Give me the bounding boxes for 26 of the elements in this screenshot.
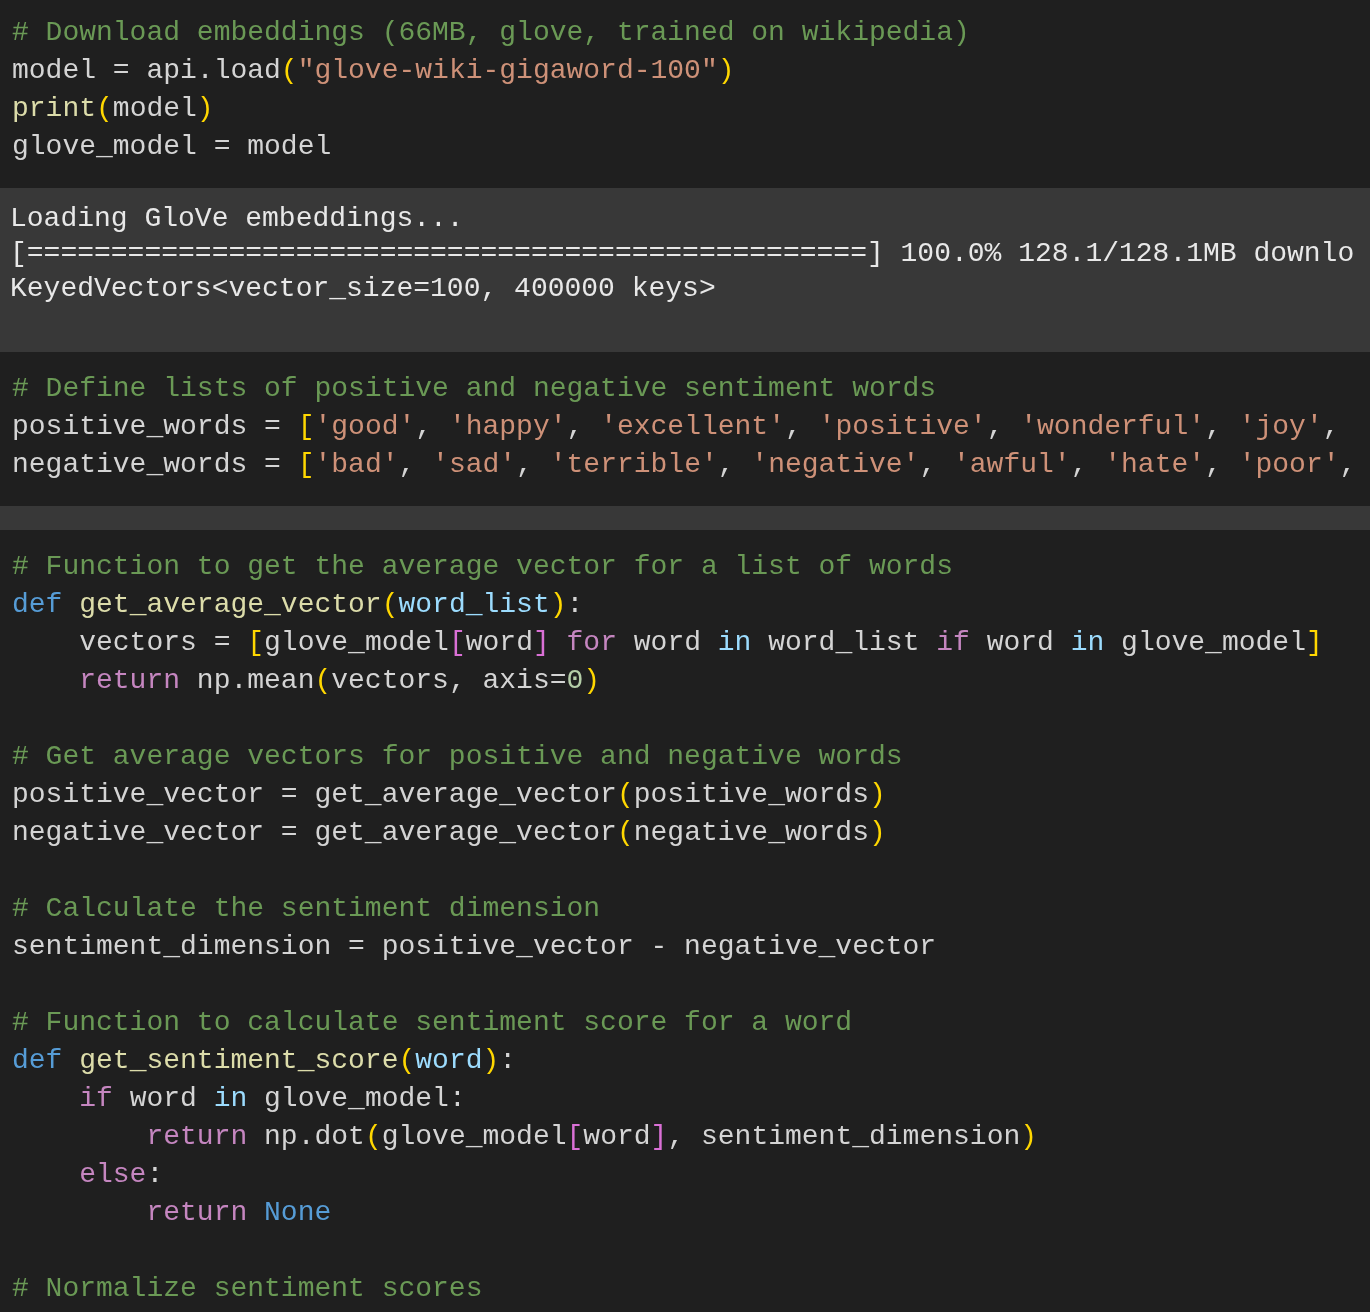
code-line: negative_words = ['bad', 'sad', 'terrible', 'negative', 'awful', 'hate', 'poor', [12, 448, 1357, 482]
code-line: # Calculate the sentiment dimension [12, 892, 601, 926]
code-line: return np.dot(glove_model[word], sentiment_dimension) [145, 1120, 1038, 1154]
code-line: vectors = [glove_model[word] for word in word_list if word in glove_model] [78, 626, 1323, 660]
code-line: # Download embeddings (66MB, glove, trained on wikipedia) [12, 16, 970, 50]
code-line: positive_words = ['good', 'happy', 'excellent', 'positive', 'wonderful', 'joy', [12, 410, 1340, 444]
code-line: def get_average_vector(word_list): [12, 588, 584, 622]
output-line: KeyedVectors<vector_size=100, 400000 keys> [10, 272, 716, 306]
code-line: model = api.load("glove-wiki-gigaword-100") [12, 54, 735, 88]
code-line: if word in glove_model: [78, 1082, 466, 1116]
output-line: [==================================================] 100.0% 128.1/128.1MB downlo [10, 237, 1355, 271]
code-line: sentiment_dimension = positive_vector - negative_vector [12, 930, 937, 964]
code-line: return None [145, 1196, 332, 1230]
code-line: # Function to calculate sentiment score for a word [12, 1006, 853, 1040]
code-line: print(model) [12, 92, 214, 126]
code-line: # Function to get the average vector for a list of words [12, 550, 953, 584]
code-line: # Normalize sentiment scores [12, 1272, 483, 1306]
code-line: negative_vector = get_average_vector(negative_words) [12, 816, 886, 850]
output-line: Loading GloVe embeddings... [10, 202, 464, 236]
code-line: return np.mean(vectors, axis=0) [78, 664, 601, 698]
code-line: # Get average vectors for positive and negative words [12, 740, 903, 774]
code-line: # Define lists of positive and negative sentiment words [12, 372, 937, 406]
code-line: positive_vector = get_average_vector(positive_words) [12, 778, 886, 812]
code-line: def get_sentiment_score(word): [12, 1044, 517, 1078]
code-line: else: [78, 1158, 164, 1192]
code-line: glove_model = model [12, 130, 332, 164]
